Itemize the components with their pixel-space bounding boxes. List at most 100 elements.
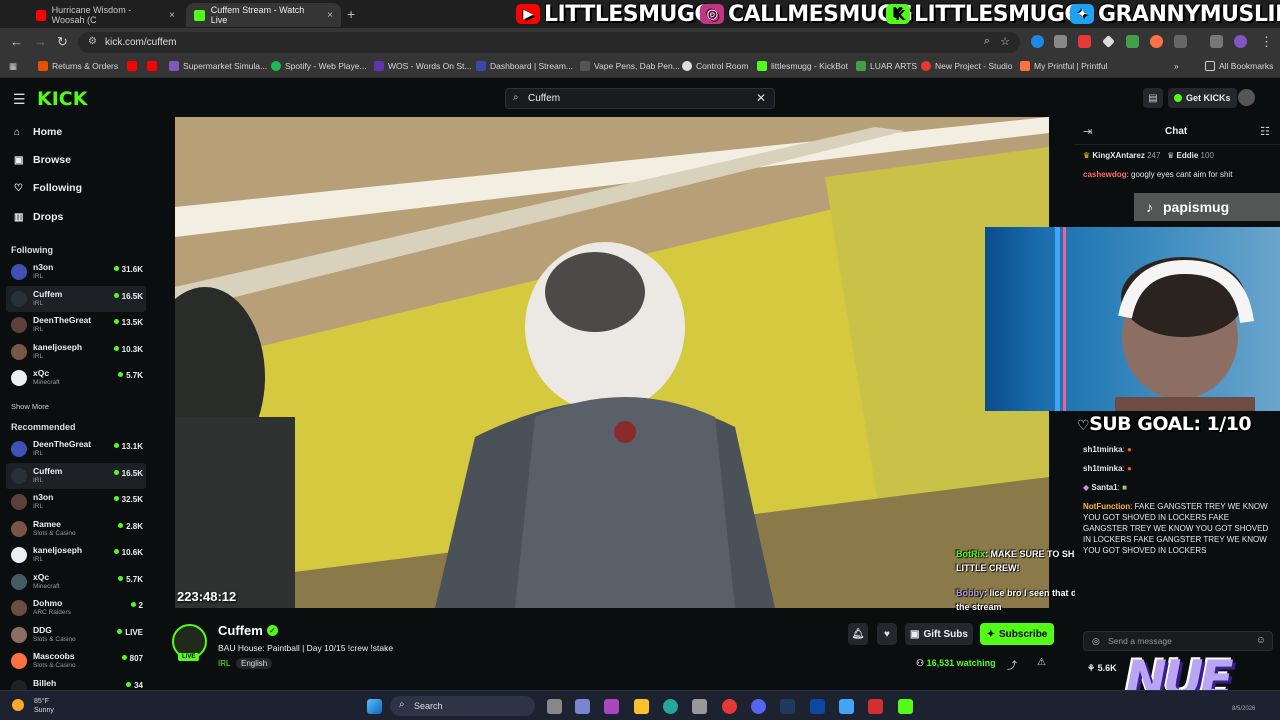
- notepad-icon[interactable]: [839, 699, 854, 714]
- bookmark-item[interactable]: Vape Pens, Dab Pen...: [580, 61, 680, 71]
- apps-grid-icon[interactable]: ▦: [9, 61, 17, 72]
- share-icon[interactable]: ⤴: [1007, 657, 1017, 672]
- user-avatar[interactable]: [1238, 89, 1255, 106]
- video-player[interactable]: [175, 117, 1049, 608]
- back-icon[interactable]: ←: [10, 34, 23, 49]
- browser-menu-icon[interactable]: ⋮: [1260, 34, 1273, 50]
- photoshop-icon[interactable]: [810, 699, 825, 714]
- extension-icon[interactable]: [1078, 35, 1091, 48]
- bookmark-item[interactable]: My Printful | Printful: [1020, 61, 1108, 71]
- site-info-icon[interactable]: ⚙: [88, 36, 97, 47]
- bookmark-star-icon[interactable]: ☆: [1000, 35, 1010, 48]
- zoom-icon[interactable]: ⌕: [984, 35, 990, 48]
- bookmarks-overflow-icon[interactable]: »: [1174, 61, 1179, 71]
- extension-icon[interactable]: [1102, 35, 1115, 48]
- bookmark-item[interactable]: Supermarket Simula...: [169, 61, 267, 71]
- sidebar-channel-kaneljoseph[interactable]: kaneljoseph IRL 10.3K: [6, 339, 146, 365]
- nav-following[interactable]: ♡ Following: [14, 182, 82, 194]
- bookmark-item[interactable]: [147, 61, 157, 71]
- store-icon[interactable]: [692, 699, 707, 714]
- tab-close-icon[interactable]: ×: [327, 10, 333, 21]
- sidebar-channel-xqc[interactable]: xQc Minecraft 5.7K: [6, 569, 146, 595]
- chat-username[interactable]: sh1tminka: [1083, 464, 1123, 473]
- nav-drops[interactable]: ▥ Drops: [14, 211, 63, 223]
- show-more-link[interactable]: Show More: [11, 402, 49, 411]
- extension-icon[interactable]: [1031, 35, 1044, 48]
- profile-avatar-icon[interactable]: [1234, 35, 1247, 48]
- sidebar-channel-ramee[interactable]: Ramee Slots & Casino 2.8K: [6, 516, 146, 542]
- sidebar-channel-cuffem[interactable]: Cuffem IRL 16.5K: [6, 285, 146, 312]
- sidebar-channel-deenthegreat[interactable]: DeenTheGreat IRL 13.5K: [6, 312, 146, 338]
- kick-app-icon[interactable]: [898, 699, 913, 714]
- sidebar-channel-xqc[interactable]: xQc Minecraft 5.7K: [6, 365, 146, 391]
- bookmark-item[interactable]: [127, 61, 137, 71]
- sidebar-channel-n3on[interactable]: n3on IRL 32.5K: [6, 489, 146, 515]
- chat-username[interactable]: Santa1: [1091, 483, 1117, 492]
- nav-home[interactable]: ⌂ Home: [14, 126, 62, 138]
- notification-bell-button[interactable]: 🔔︎: [848, 623, 868, 645]
- bookmark-item[interactable]: WOS - Words On St...: [374, 61, 471, 71]
- clear-search-icon[interactable]: ✕: [756, 91, 766, 105]
- extensions-puzzle-icon[interactable]: [1174, 35, 1187, 48]
- all-bookmarks-button[interactable]: All Bookmarks: [1205, 61, 1273, 71]
- bookmark-item[interactable]: littlesmugg - KickBot: [757, 61, 848, 71]
- get-kicks-button[interactable]: Get KICKs: [1168, 88, 1237, 108]
- taskbar-search[interactable]: ⌕ Search: [390, 696, 535, 716]
- chat-username[interactable]: NotFunction: [1083, 502, 1130, 511]
- bookmark-item[interactable]: New Project - Studio: [921, 61, 1012, 71]
- browser-tab-hurricane[interactable]: Hurricane Wisdom - Woosah (C ×: [28, 3, 183, 27]
- steam-icon[interactable]: [780, 699, 795, 714]
- weather-widget[interactable]: 85°F Sunny: [12, 697, 54, 715]
- app-icon[interactable]: [868, 699, 883, 714]
- channel-name[interactable]: Cuffem: [218, 623, 263, 638]
- report-icon[interactable]: ⚠: [1037, 657, 1046, 668]
- search-input[interactable]: ⌕ Cuffem ✕: [505, 88, 775, 109]
- category-link[interactable]: IRL: [218, 659, 230, 668]
- chat-username[interactable]: cashewdog: [1083, 170, 1127, 179]
- url-field[interactable]: ⚙ kick.com/cuffem ⌕ ☆: [78, 32, 1020, 53]
- windows-start-icon[interactable]: [367, 699, 382, 714]
- sidebar-channel-n3on[interactable]: n3on IRL 31.6K: [6, 259, 146, 285]
- reload-icon[interactable]: ↻: [57, 34, 68, 50]
- chat-badge-icon[interactable]: ◎: [1092, 636, 1100, 647]
- teams-icon[interactable]: [575, 699, 590, 714]
- nav-browse[interactable]: ▣ Browse: [14, 154, 71, 166]
- sidebar-channel-deenthegreat[interactable]: DeenTheGreat IRL 13.1K: [6, 436, 146, 462]
- copilot-icon[interactable]: [604, 699, 619, 714]
- bookmark-item[interactable]: Dashboard | Stream...: [476, 61, 573, 71]
- sidebar-channel-ddg[interactable]: DDG Slots & Casino LIVE: [6, 622, 146, 648]
- sidebar-channel-cuffem[interactable]: Cuffem IRL 16.5K: [6, 462, 146, 489]
- edge-icon[interactable]: [663, 699, 678, 714]
- media-controls-icon[interactable]: [1210, 35, 1223, 48]
- chrome-icon[interactable]: [722, 699, 737, 714]
- tab-close-icon[interactable]: ×: [169, 10, 175, 21]
- bookmark-item[interactable]: Control Room: [682, 61, 748, 71]
- kick-logo[interactable]: KICK: [37, 88, 87, 110]
- sidebar-channel-dohmo[interactable]: Dohmo ARC Raiders 2: [6, 595, 146, 621]
- sidebar-channel-kaneljoseph[interactable]: kaneljoseph IRL 10.6K: [6, 542, 146, 568]
- discord-icon[interactable]: [751, 699, 766, 714]
- menu-icon[interactable]: ☰: [13, 91, 26, 108]
- subscribe-button[interactable]: ✦ Subscribe: [980, 623, 1054, 645]
- sidebar-channel-mascoobs[interactable]: Mascoobs Slots & Casino 807: [6, 648, 146, 674]
- browser-tab-cuffem[interactable]: Cuffem Stream - Watch Live ×: [186, 3, 341, 27]
- gift-subs-button[interactable]: ▣ Gift Subs: [905, 623, 973, 645]
- bookmark-item[interactable]: LUAR ARTS: [856, 61, 917, 71]
- chat-message-input[interactable]: ◎ Send a message ☺: [1083, 631, 1273, 651]
- language-tag[interactable]: English: [236, 658, 273, 669]
- emoji-icon[interactable]: ☺: [1256, 635, 1266, 646]
- extension-icon[interactable]: [1054, 35, 1067, 48]
- task-view-icon[interactable]: [547, 699, 562, 714]
- follow-button[interactable]: ♥: [877, 623, 897, 645]
- new-tab-button[interactable]: +: [347, 6, 355, 22]
- chat-settings-icon[interactable]: ☷: [1260, 125, 1270, 138]
- extension-icon[interactable]: [1150, 35, 1163, 48]
- bookmark-item[interactable]: Spotify - Web Playe...: [271, 61, 367, 71]
- extension-icon[interactable]: [1126, 35, 1139, 48]
- bookmark-item[interactable]: Returns & Orders: [38, 61, 118, 71]
- forward-icon[interactable]: →: [34, 34, 47, 49]
- file-explorer-icon[interactable]: [634, 699, 649, 714]
- collapse-chat-icon[interactable]: ⇥: [1083, 125, 1092, 138]
- chat-username[interactable]: sh1tminka: [1083, 445, 1123, 454]
- notifications-icon[interactable]: ▤: [1143, 88, 1163, 108]
